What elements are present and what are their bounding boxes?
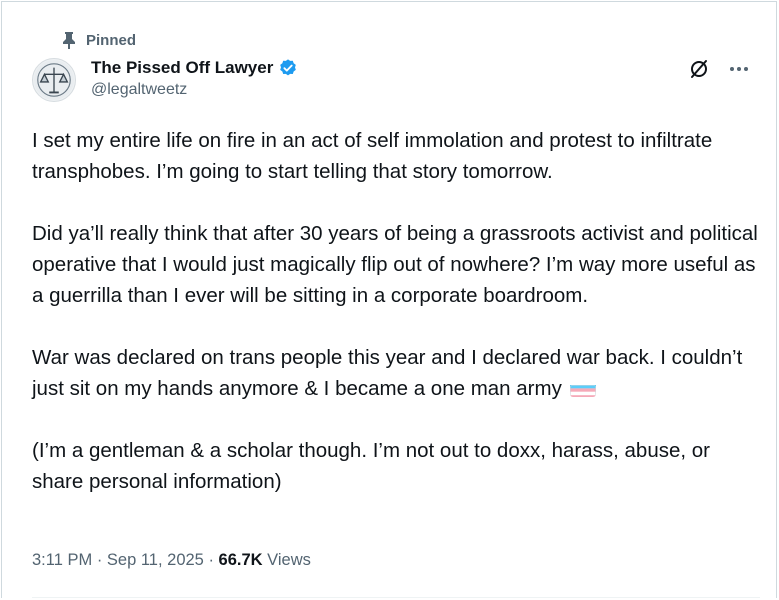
grok-icon[interactable] [688, 58, 710, 80]
tweet-body: I set my entire life on fire in an act o… [32, 125, 762, 528]
views-count: 66.7K [218, 550, 263, 569]
pinned-indicator: Pinned [62, 29, 136, 51]
tweet-time[interactable]: 3:11 PM [32, 551, 92, 570]
tweet-paragraph: Did ya’ll really think that after 30 yea… [32, 222, 764, 307]
author-handle[interactable]: @legaltweetz [91, 81, 298, 99]
tweet-card[interactable]: Pinned The Pissed Off Lawyer @legaltweet… [1, 1, 777, 598]
verified-badge-icon[interactable] [278, 58, 298, 78]
transgender-flag-icon [569, 380, 596, 397]
tweet-paragraph-text: War was declared on trans people this ye… [32, 346, 748, 400]
tweet-paragraph: I set my entire life on fire in an act o… [32, 129, 718, 183]
pin-icon [62, 31, 76, 49]
meta-separator: · [203, 550, 219, 569]
tweet-date[interactable]: Sep 11, 2025 [107, 551, 204, 570]
pinned-label: Pinned [86, 31, 137, 49]
views-label: Views [262, 550, 311, 569]
tweet-actions [688, 58, 750, 80]
meta-separator: · [92, 550, 107, 569]
divider [32, 597, 760, 598]
author-header: The Pissed Off Lawyer @legaltweetz [91, 57, 298, 99]
tweet-paragraph: War was declared on trans people this ye… [32, 342, 762, 404]
tweet-meta: 3:11 PM · Sep 11, 2025 · 66.7K Views [32, 548, 311, 572]
avatar[interactable] [32, 58, 76, 102]
author-name[interactable]: The Pissed Off Lawyer [91, 58, 273, 78]
more-options-icon[interactable] [728, 58, 750, 80]
tweet-paragraph: (I’m a gentleman & a scholar though. I’m… [32, 439, 716, 493]
